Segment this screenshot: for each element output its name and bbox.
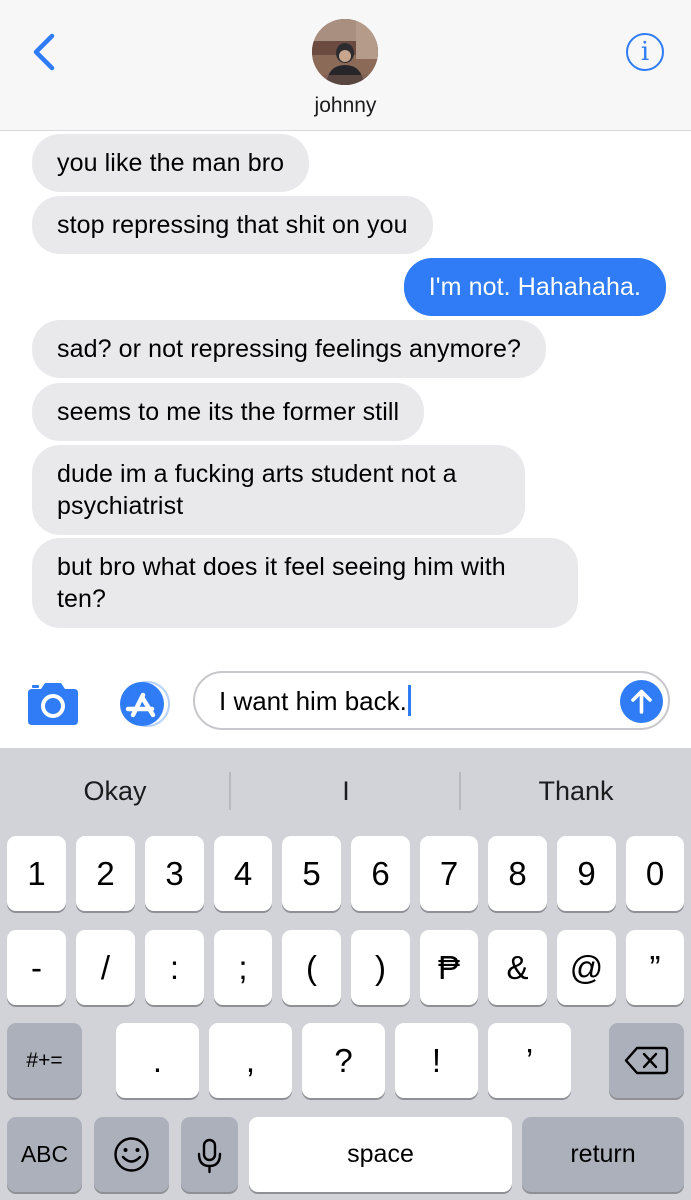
key-4[interactable]: 4 bbox=[214, 836, 272, 911]
key-comma[interactable]: , bbox=[209, 1023, 292, 1098]
key-question[interactable]: ? bbox=[302, 1023, 385, 1098]
message-bubble-received: but bro what does it feel seeing him wit… bbox=[32, 538, 578, 628]
key-quote[interactable]: ” bbox=[626, 930, 684, 1005]
key-9[interactable]: 9 bbox=[557, 836, 616, 911]
contact-name[interactable]: johnny bbox=[0, 94, 691, 118]
contact-avatar[interactable] bbox=[312, 19, 378, 85]
key-apostrophe[interactable]: ’ bbox=[488, 1023, 571, 1098]
key-semicolon[interactable]: ; bbox=[214, 930, 272, 1005]
message-bubble-received: seems to me its the former still bbox=[32, 383, 425, 441]
key-more-symbols[interactable]: #+= bbox=[7, 1023, 82, 1098]
key-slash[interactable]: / bbox=[76, 930, 135, 1005]
key-close-paren[interactable]: ) bbox=[351, 930, 410, 1005]
info-icon[interactable]: i bbox=[626, 33, 664, 71]
key-ampersand[interactable]: & bbox=[488, 930, 547, 1005]
key-7[interactable]: 7 bbox=[420, 836, 478, 911]
backspace-icon[interactable] bbox=[609, 1023, 684, 1098]
conversation-header: johnny i bbox=[0, 0, 691, 131]
suggestion-1[interactable]: Okay bbox=[0, 748, 230, 834]
key-8[interactable]: 8 bbox=[488, 836, 547, 911]
text-caret bbox=[407, 685, 411, 716]
space-key[interactable]: space bbox=[249, 1117, 512, 1192]
key-5[interactable]: 5 bbox=[282, 836, 341, 911]
camera-icon[interactable] bbox=[24, 681, 82, 727]
key-2[interactable]: 2 bbox=[76, 836, 135, 911]
message-composer: I want him back. bbox=[0, 660, 691, 748]
message-bubble-received: stop repressing that shit on you bbox=[32, 196, 433, 254]
suggestion-3[interactable]: Thank bbox=[461, 748, 691, 834]
key-6[interactable]: 6 bbox=[351, 836, 410, 911]
key-exclamation[interactable]: ! bbox=[395, 1023, 478, 1098]
back-chevron-icon[interactable] bbox=[24, 30, 68, 74]
key-open-paren[interactable]: ( bbox=[282, 930, 341, 1005]
key-abc[interactable]: ABC bbox=[7, 1117, 82, 1192]
app-store-icon[interactable] bbox=[111, 681, 171, 727]
key-1[interactable]: 1 bbox=[7, 836, 66, 911]
message-bubble-received: you like the man bro bbox=[32, 134, 310, 192]
message-bubble-received: sad? or not repressing feelings anymore? bbox=[32, 320, 546, 378]
message-bubble-sent: I'm not. Hahahaha. bbox=[403, 258, 666, 316]
emoji-icon[interactable] bbox=[94, 1117, 169, 1192]
key-peso[interactable]: ₱ bbox=[420, 930, 478, 1005]
key-hyphen[interactable]: - bbox=[7, 930, 66, 1005]
return-key[interactable]: return bbox=[522, 1117, 684, 1192]
key-colon[interactable]: : bbox=[145, 930, 204, 1005]
message-input-text: I want him back. bbox=[219, 686, 407, 716]
message-bubble-received: dude im a fucking arts student not a psy… bbox=[32, 445, 525, 535]
key-period[interactable]: . bbox=[116, 1023, 199, 1098]
key-0[interactable]: 0 bbox=[626, 836, 684, 911]
message-input[interactable]: I want him back. bbox=[193, 671, 670, 730]
message-thread: you like the man bro stop repressing tha… bbox=[0, 131, 691, 660]
suggestion-2[interactable]: I bbox=[231, 748, 461, 834]
send-arrow-icon[interactable] bbox=[620, 680, 663, 723]
keyboard: Okay I Thank 1 2 3 4 5 6 7 8 9 0 - / : ;… bbox=[0, 748, 691, 1200]
key-at[interactable]: @ bbox=[557, 930, 616, 1005]
key-3[interactable]: 3 bbox=[145, 836, 204, 911]
microphone-icon[interactable] bbox=[181, 1117, 238, 1192]
